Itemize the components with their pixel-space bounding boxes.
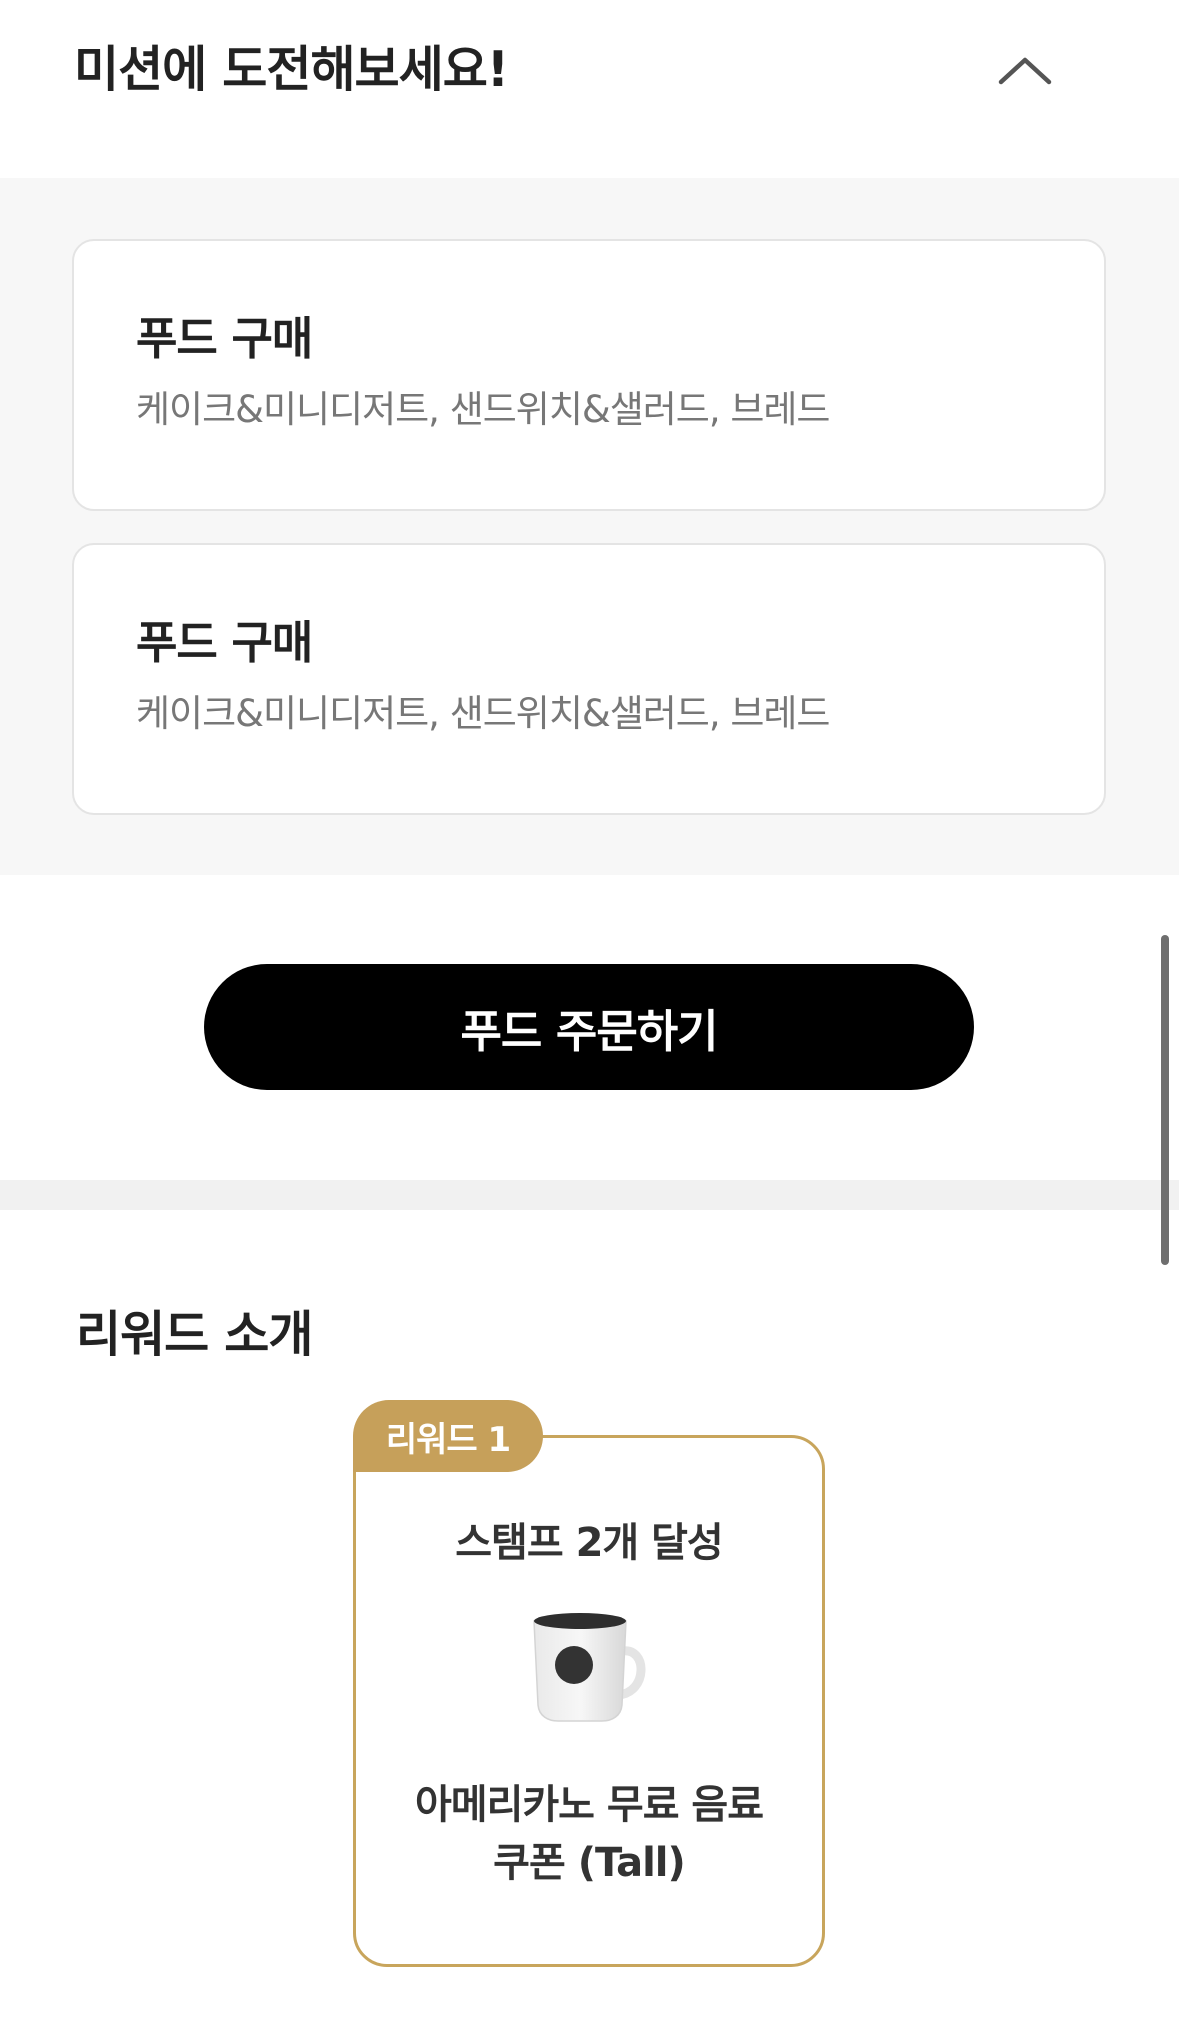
reward-card: 스탬프 2개 달성 아메리카노 무료 음료 쿠폰 (Tall) — [353, 1435, 825, 1967]
mission-header: 미션에 도전해보세요! — [0, 0, 1179, 178]
collapse-button[interactable] — [985, 40, 1065, 100]
mission-card[interactable]: 푸드 구매 케이크&미니디저트, 샌드위치&샐러드, 브레드 — [72, 543, 1106, 815]
reward-name-line1: 아메리카노 무료 음료 — [414, 1782, 764, 1828]
reward-condition: 스탬프 2개 달성 — [455, 1520, 723, 1566]
mission-list: 푸드 구매 케이크&미니디저트, 샌드위치&샐러드, 브레드 푸드 구매 케이크… — [0, 178, 1179, 875]
chevron-up-icon — [998, 57, 1052, 85]
mission-card-title: 푸드 구매 — [136, 312, 313, 365]
scrollbar[interactable] — [1161, 935, 1169, 1265]
mission-card-description: 케이크&미니디저트, 샌드위치&샐러드, 브레드 — [136, 388, 830, 431]
reward-name: 아메리카노 무료 음료 쿠폰 (Tall) — [356, 1776, 822, 1892]
food-order-button[interactable]: 푸드 주문하기 — [204, 964, 974, 1090]
reward-section-title: 리워드 소개 — [76, 1306, 313, 1363]
mission-card-description: 케이크&미니디저트, 샌드위치&샐러드, 브레드 — [136, 692, 830, 735]
mission-card[interactable]: 푸드 구매 케이크&미니디저트, 샌드위치&샐러드, 브레드 — [72, 239, 1106, 511]
reward-name-line2: 쿠폰 (Tall) — [493, 1840, 686, 1886]
section-divider — [0, 1180, 1179, 1210]
mission-card-title: 푸드 구매 — [136, 616, 313, 669]
coffee-mug-icon — [533, 1613, 646, 1722]
mission-section-title: 미션에 도전해보세요! — [74, 41, 509, 98]
reward-badge: 리워드 1 — [353, 1400, 543, 1472]
